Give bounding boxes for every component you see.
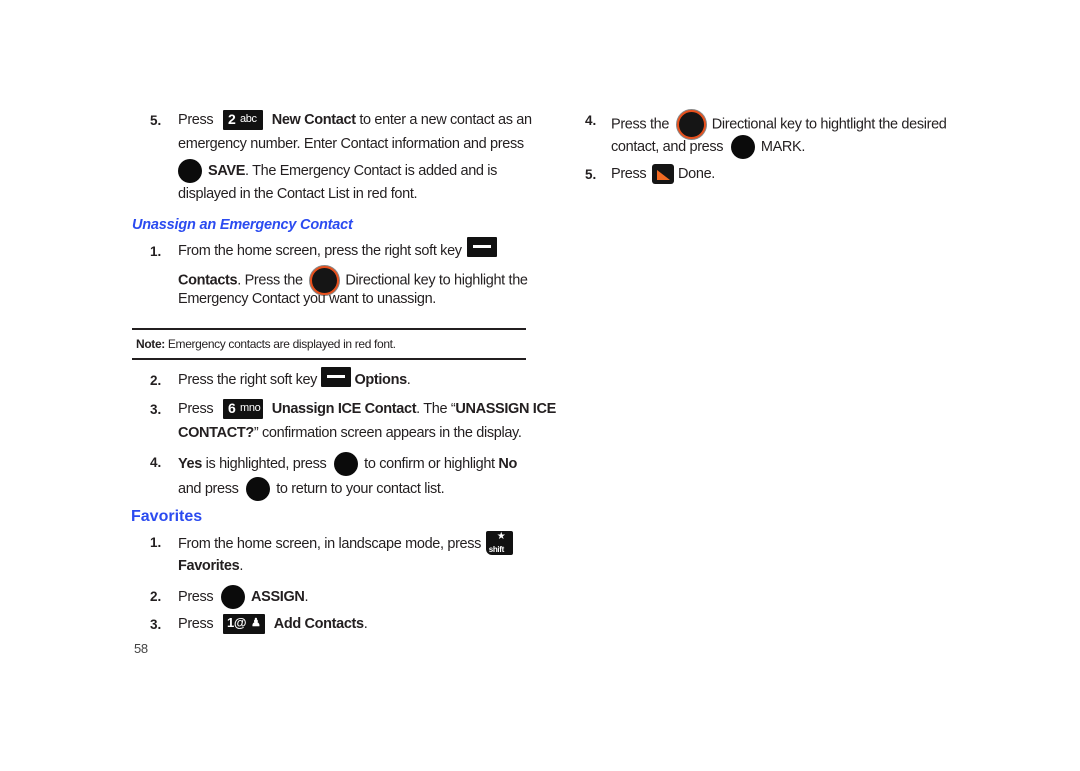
step-text: to return to your contact list. bbox=[276, 480, 445, 497]
step-number: 3. bbox=[150, 402, 162, 417]
favorites-step1-line2: Favorites. bbox=[178, 558, 243, 574]
step-text: and press bbox=[178, 480, 239, 497]
step-number: 5. bbox=[150, 113, 162, 128]
step-text: From the home screen, press the right so… bbox=[178, 242, 462, 259]
step-text: Press bbox=[611, 165, 647, 182]
star-icon: ★ bbox=[496, 531, 506, 542]
step-text: Press bbox=[178, 588, 214, 605]
unassign-ice-contact-label: Unassign ICE Contact bbox=[271, 400, 417, 417]
right-soft-key-icon bbox=[320, 367, 351, 387]
6-mno-key-icon: 6 mno bbox=[223, 399, 264, 419]
step-number: 2. bbox=[150, 589, 162, 604]
unassign-step4-line2: and press to return to your contact list… bbox=[178, 477, 445, 501]
step-number: 5. bbox=[585, 167, 597, 182]
step-number: 4. bbox=[585, 113, 597, 128]
shift-key-icon: ★ shift bbox=[485, 531, 513, 555]
confirmation-title: CONTACT? bbox=[178, 425, 254, 441]
center-key-icon bbox=[246, 477, 271, 501]
note-divider-top bbox=[132, 328, 526, 330]
right-step4-line2: contact, and press MARK. bbox=[611, 135, 805, 159]
step-text: Directional key to highlight the bbox=[345, 272, 528, 289]
step-text: Directional key to hightlight the desire… bbox=[711, 116, 947, 133]
center-key-icon bbox=[221, 585, 246, 609]
unassign-step1-line1: From the home screen, press the right so… bbox=[178, 237, 498, 261]
section-heading-unassign: Unassign an Emergency Contact bbox=[132, 217, 353, 233]
key-letters: abc bbox=[240, 113, 257, 125]
step-text: Press bbox=[178, 400, 214, 417]
no-label: No bbox=[498, 455, 518, 472]
center-key-icon bbox=[178, 159, 202, 183]
unassign-step3-line2: CONTACT?” confirmation screen appears in… bbox=[178, 425, 522, 441]
favorites-step1-line1: From the home screen, in landscape mode,… bbox=[178, 531, 513, 556]
add-contacts-label: Add Contacts bbox=[273, 615, 364, 632]
step-text: Press bbox=[178, 111, 214, 128]
note-label: Note: bbox=[136, 337, 165, 351]
unassign-step1-line3: Emergency Contact you want to unassign. bbox=[178, 291, 436, 307]
step-number: 1. bbox=[150, 244, 162, 259]
unassign-step3-line1: Press 6 mno Unassign ICE Contact. The “U… bbox=[178, 399, 556, 419]
center-key-icon bbox=[730, 135, 755, 159]
step5-line1: Press 2 abc New Contact to enter a new c… bbox=[178, 110, 532, 130]
right-step5: Press Done. bbox=[611, 164, 715, 184]
step-text: . bbox=[239, 558, 244, 574]
note: Note: Emergency contacts are displayed i… bbox=[136, 337, 396, 351]
step-text: is highlighted, press bbox=[201, 455, 327, 472]
step-text: . Press the bbox=[237, 272, 303, 289]
unassign-step2: Press the right soft key Options. bbox=[178, 367, 411, 390]
key-letters: mno bbox=[240, 402, 261, 414]
step-number: 2. bbox=[150, 373, 162, 388]
step-number: 1. bbox=[150, 535, 162, 550]
shift-label: shift bbox=[488, 545, 504, 554]
step-text: . bbox=[304, 588, 309, 605]
favorites-step2: Press ASSIGN. bbox=[178, 585, 309, 609]
1-at-key-icon: 1@ ♟ bbox=[223, 614, 266, 634]
mark-label: MARK. bbox=[760, 138, 806, 155]
step5-line4: displayed in the Contact List in red fon… bbox=[178, 186, 418, 202]
key-digit: 6 bbox=[228, 400, 236, 416]
step5-line2: emergency number. Enter Contact informat… bbox=[178, 136, 524, 152]
page-number: 58 bbox=[134, 641, 148, 656]
yes-label: Yes bbox=[178, 455, 202, 472]
step-text: ” confirmation screen appears in the dis… bbox=[253, 425, 522, 441]
done-label: Done. bbox=[678, 165, 715, 182]
step-text: to confirm or highlight bbox=[364, 455, 495, 472]
right-soft-key-icon bbox=[467, 237, 498, 257]
step-number: 4. bbox=[150, 455, 162, 470]
note-divider-bottom bbox=[132, 358, 526, 360]
step-text: contact, and press bbox=[611, 138, 724, 155]
save-label: SAVE bbox=[208, 162, 246, 179]
step-text: Press the bbox=[611, 116, 670, 133]
person-icon: ♟ bbox=[251, 617, 261, 629]
step-text: Press bbox=[178, 615, 214, 632]
step-text: to enter a new contact as an bbox=[355, 111, 532, 128]
key-digit: 2 bbox=[228, 111, 236, 127]
favorites-label: Favorites bbox=[178, 558, 240, 574]
note-text: Emergency contacts are displayed in red … bbox=[164, 337, 396, 351]
unassign-step4-line1: Yes is highlighted, press to confirm or … bbox=[178, 452, 517, 476]
step-text: From the home screen, in landscape mode,… bbox=[178, 535, 482, 552]
favorites-step3: Press 1@ ♟ Add Contacts. bbox=[178, 614, 368, 634]
back-key-icon bbox=[652, 164, 675, 184]
contacts-label: Contacts bbox=[178, 272, 238, 289]
center-key-icon bbox=[334, 452, 359, 476]
step5-line3: SAVE. The Emergency Contact is added and… bbox=[178, 159, 497, 183]
2-abc-key-icon: 2 abc bbox=[223, 110, 264, 130]
options-label: Options bbox=[354, 371, 407, 388]
assign-label: ASSIGN bbox=[251, 588, 305, 605]
step-number: 3. bbox=[150, 617, 162, 632]
new-contact-label: New Contact bbox=[271, 111, 356, 128]
confirmation-title: UNASSIGN ICE bbox=[455, 400, 556, 417]
key-label: 1@ bbox=[227, 615, 247, 630]
step-text: . bbox=[363, 615, 368, 632]
section-heading-favorites: Favorites bbox=[131, 508, 203, 525]
step-text: . bbox=[406, 371, 411, 388]
step-text: . The “ bbox=[416, 400, 456, 417]
step-text: . The Emergency Contact is added and is bbox=[245, 162, 498, 179]
step-text: Press the right soft key bbox=[178, 371, 318, 388]
